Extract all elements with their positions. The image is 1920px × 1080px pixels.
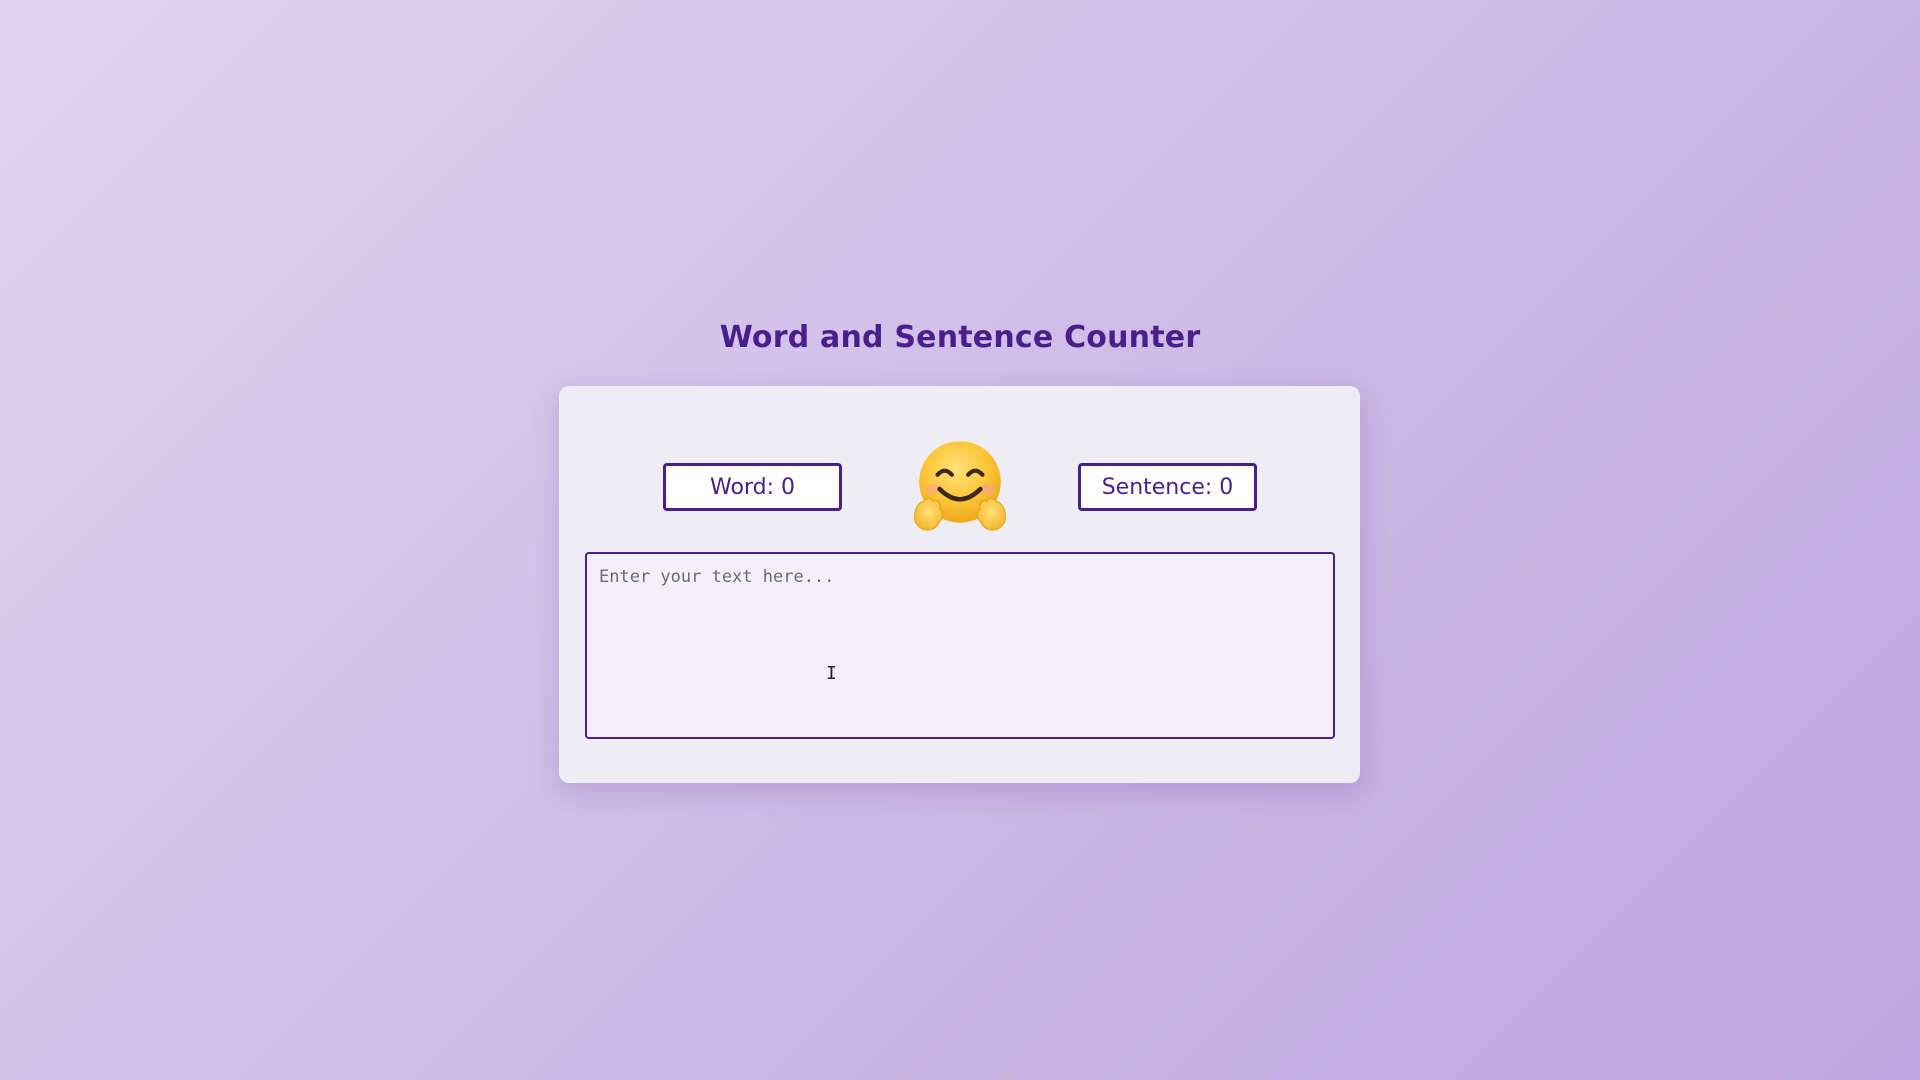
sentence-count-label: Sentence: 0 (1101, 474, 1234, 500)
page-title: Word and Sentence Counter (719, 320, 1201, 355)
hugging-face-icon-graphic (914, 441, 1006, 531)
counter-card: Word: 0 Sentence: 0 Enter your text here… (559, 386, 1360, 783)
text-input[interactable] (585, 552, 1335, 739)
hugging-face-emoji-icon (909, 436, 1011, 538)
sentence-count-badge: Sentence: 0 (1078, 463, 1257, 511)
word-count-label: Word: 0 (710, 474, 795, 500)
word-count-badge: Word: 0 (663, 463, 842, 511)
text-cursor-icon: I (826, 663, 837, 684)
